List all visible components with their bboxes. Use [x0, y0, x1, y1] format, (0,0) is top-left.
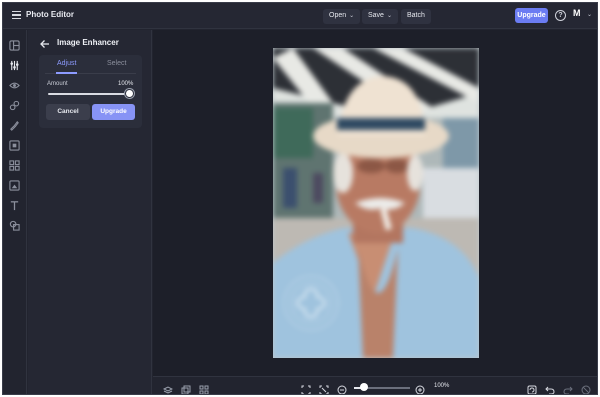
rotate-icon[interactable] [527, 382, 537, 394]
frame-icon[interactable] [9, 138, 20, 151]
actual-size-icon[interactable] [319, 382, 329, 394]
eye-icon[interactable] [9, 78, 20, 89]
help-icon[interactable]: ? [555, 10, 566, 21]
image-canvas[interactable] [153, 30, 597, 376]
amount-slider-track[interactable] [48, 93, 128, 95]
upgrade-button[interactable]: Upgrade [515, 8, 548, 23]
paint-icon[interactable] [9, 118, 20, 131]
save-menu-button[interactable]: Save ⌄ [362, 9, 398, 24]
textures-icon[interactable] [9, 218, 20, 231]
overlay-icon[interactable] [9, 178, 20, 191]
grid-icon[interactable] [199, 382, 209, 394]
tab-select[interactable]: Select [107, 60, 126, 67]
tab-adjust[interactable]: Adjust [57, 60, 76, 67]
chevron-down-icon: ⌄ [349, 13, 355, 19]
bottom-toolbar: 100% [153, 376, 597, 394]
avatar[interactable]: M [573, 8, 581, 18]
amount-slider-thumb[interactable] [125, 89, 134, 98]
layers-icon[interactable] [162, 382, 174, 394]
active-tab-indicator [56, 72, 77, 74]
chevron-down-icon: ⌄ [386, 13, 392, 19]
top-bar: Photo Editor Open ⌄ Save ⌄ Batch Upgrade ?… [3, 3, 597, 29]
open-menu-label: Open [329, 12, 347, 19]
enhancer-card: Adjust Select Amount 100% Cancel Upgrade [39, 55, 142, 128]
fit-screen-icon[interactable] [301, 382, 311, 394]
batch-button[interactable]: Batch [401, 9, 431, 24]
watermark-badge-icon [281, 273, 341, 333]
cancel-button[interactable]: Cancel [46, 104, 90, 120]
reset-icon[interactable] [581, 382, 591, 394]
hamburger-menu-icon[interactable] [12, 11, 21, 20]
layout-icon[interactable] [9, 38, 20, 51]
amount-label: Amount [47, 81, 68, 87]
open-menu-button[interactable]: Open ⌄ [323, 9, 361, 24]
undo-icon[interactable] [545, 382, 555, 394]
photo-editor-app: Photo Editor Open ⌄ Save ⌄ Batch Upgrade ?… [2, 2, 598, 395]
upgrade-button[interactable]: Upgrade [92, 104, 135, 120]
app-title: Photo Editor [26, 10, 74, 19]
adjust-sliders-icon[interactable] [9, 58, 20, 71]
elements-icon[interactable] [9, 158, 20, 171]
zoom-value: 100% [434, 383, 450, 389]
zoom-slider-thumb[interactable] [360, 383, 368, 391]
zoom-in-icon[interactable] [415, 382, 425, 394]
redo-icon[interactable] [563, 382, 573, 394]
zoom-out-icon[interactable] [337, 382, 347, 394]
text-icon[interactable] [9, 198, 20, 211]
back-arrow-icon[interactable] [39, 37, 51, 49]
compare-icon[interactable] [181, 382, 191, 394]
photo[interactable] [273, 48, 479, 358]
panel-title: Image Enhancer [57, 38, 119, 47]
batch-label: Batch [407, 12, 425, 19]
tool-rail [3, 30, 27, 394]
tool-panel: Image Enhancer Adjust Select Amount 100%… [28, 30, 152, 394]
effects-icon[interactable] [9, 98, 20, 111]
chevron-down-icon[interactable]: ⌄ [587, 11, 592, 18]
save-menu-label: Save [368, 12, 384, 19]
amount-value: 100% [118, 81, 134, 87]
